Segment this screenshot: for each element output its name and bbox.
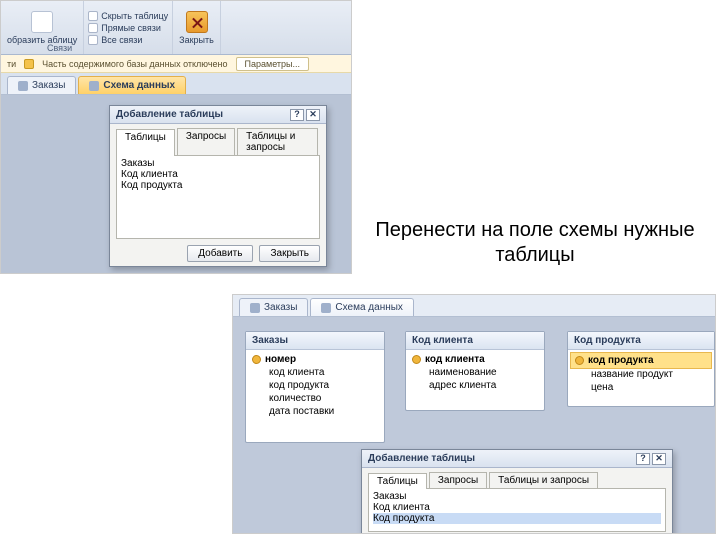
list-item[interactable]: Код клиента: [373, 502, 661, 513]
table-title[interactable]: Код продукта: [568, 332, 714, 350]
table-field[interactable]: номер: [252, 353, 378, 366]
table-fields: код клиента наименование адрес клиента: [406, 350, 544, 395]
table-field[interactable]: наименование: [412, 366, 538, 379]
dialog-tab-both[interactable]: Таблицы и запросы: [237, 128, 318, 155]
dialog-help-button[interactable]: ?: [636, 453, 650, 465]
dialog-tab-tables[interactable]: Таблицы: [116, 129, 175, 156]
document-tabstrip-b: Заказы Схема данных: [233, 295, 715, 317]
dialog-tabs: Таблицы Запросы Таблицы и запросы: [362, 468, 672, 488]
document-tabstrip: Заказы Схема данных: [1, 73, 351, 95]
tab-orders-b[interactable]: Заказы: [239, 298, 308, 316]
table-field[interactable]: код клиента: [252, 366, 378, 379]
dialog-button-row: Добавить Закрыть: [110, 245, 326, 268]
ribbon-close-label: Закрыть: [179, 35, 214, 45]
list-item[interactable]: Заказы: [121, 158, 315, 169]
table-field[interactable]: адрес клиента: [412, 379, 538, 392]
tab-orders[interactable]: Заказы: [7, 76, 76, 94]
hide-table-icon: [88, 11, 98, 21]
dialog-close-button[interactable]: ✕: [306, 109, 320, 121]
direct-links-icon: [88, 23, 98, 33]
dialog-title-bar[interactable]: Добавление таблицы ? ✕: [110, 106, 326, 124]
dialog-close-button[interactable]: ✕: [652, 453, 666, 465]
add-table-dialog-a: Добавление таблицы ? ✕ Таблицы Запросы Т…: [109, 105, 327, 267]
close-button[interactable]: Закрыть: [259, 245, 320, 262]
ribbon: образить аблицу Скрыть таблицу Прямые св…: [1, 1, 351, 55]
ribbon-direct-links[interactable]: Прямые связи: [88, 23, 168, 33]
dialog-tab-queries[interactable]: Запросы: [177, 128, 235, 155]
table-icon: [250, 303, 260, 313]
list-item-selected[interactable]: Код продукта: [373, 513, 661, 524]
close-icon: [186, 11, 208, 33]
table-field[interactable]: код продукта: [252, 379, 378, 392]
primary-key-icon: [252, 355, 261, 364]
dialog-title-bar[interactable]: Добавление таблицы ? ✕: [362, 450, 672, 468]
table-window-product[interactable]: Код продукта код продукта название проду…: [567, 331, 715, 407]
table-icon: [18, 81, 28, 91]
dialog-tab-both[interactable]: Таблицы и запросы: [489, 472, 598, 488]
dialog-tabs: Таблицы Запросы Таблицы и запросы: [110, 124, 326, 155]
ribbon-close-button[interactable]: Закрыть: [173, 1, 221, 54]
screenshot-bottom: Заказы Схема данных Заказы номер код кли…: [232, 294, 716, 534]
warning-icon: [24, 59, 34, 69]
list-item[interactable]: Код продукта: [121, 180, 315, 191]
dialog-help-button[interactable]: ?: [290, 109, 304, 121]
table-field-selected[interactable]: код продукта: [570, 352, 712, 369]
table-field[interactable]: дата поставки: [252, 405, 378, 418]
screenshot-top: образить аблицу Скрыть таблицу Прямые св…: [0, 0, 352, 274]
schema-canvas-a[interactable]: Добавление таблицы ? ✕ Таблицы Запросы Т…: [1, 95, 351, 273]
list-item[interactable]: Заказы: [373, 491, 661, 502]
security-message: Часть содержимого базы данных отключено: [42, 59, 227, 69]
dialog-list-b[interactable]: Заказы Код клиента Код продукта: [368, 488, 666, 532]
security-params-button[interactable]: Параметры...: [236, 57, 309, 71]
table-field[interactable]: название продукт: [574, 368, 708, 381]
table-title[interactable]: Код клиента: [406, 332, 544, 350]
ribbon-all-links[interactable]: Все связи: [88, 35, 168, 45]
slide-caption: Перенести на поле схемы нужные таблицы: [360, 218, 710, 268]
schema-canvas-b[interactable]: Заказы номер код клиента код продукта ко…: [233, 317, 715, 533]
primary-key-icon: [412, 355, 421, 364]
schema-icon: [321, 303, 331, 313]
table-icon: [31, 11, 53, 33]
primary-key-icon: [575, 356, 584, 365]
add-table-dialog-b: Добавление таблицы ? ✕ Таблицы Запросы Т…: [361, 449, 673, 534]
table-window-client[interactable]: Код клиента код клиента наименование адр…: [405, 331, 545, 411]
security-prefix: ти: [7, 59, 16, 69]
dialog-title: Добавление таблицы: [368, 453, 475, 464]
list-item[interactable]: Код клиента: [121, 169, 315, 180]
add-button[interactable]: Добавить: [187, 245, 253, 262]
table-field[interactable]: код клиента: [412, 353, 538, 366]
tab-schema-b[interactable]: Схема данных: [310, 298, 414, 316]
table-fields: код продукта название продукт цена: [568, 350, 714, 397]
table-window-orders[interactable]: Заказы номер код клиента код продукта ко…: [245, 331, 385, 443]
dialog-tab-queries[interactable]: Запросы: [429, 472, 487, 488]
ribbon-group-label: Связи: [47, 43, 72, 53]
ribbon-small-group: Скрыть таблицу Прямые связи Все связи: [84, 1, 173, 54]
table-title[interactable]: Заказы: [246, 332, 384, 350]
dialog-list-a[interactable]: Заказы Код клиента Код продукта: [116, 155, 320, 239]
all-links-icon: [88, 35, 98, 45]
table-field[interactable]: количество: [252, 392, 378, 405]
tab-schema[interactable]: Схема данных: [78, 76, 186, 94]
schema-icon: [89, 81, 99, 91]
dialog-title: Добавление таблицы: [116, 109, 223, 120]
dialog-tab-tables[interactable]: Таблицы: [368, 473, 427, 489]
ribbon-hide-table[interactable]: Скрыть таблицу: [88, 11, 168, 21]
table-field[interactable]: цена: [574, 381, 708, 394]
security-warning-bar: ти Часть содержимого базы данных отключе…: [1, 55, 351, 73]
table-fields: номер код клиента код продукта количеств…: [246, 350, 384, 421]
